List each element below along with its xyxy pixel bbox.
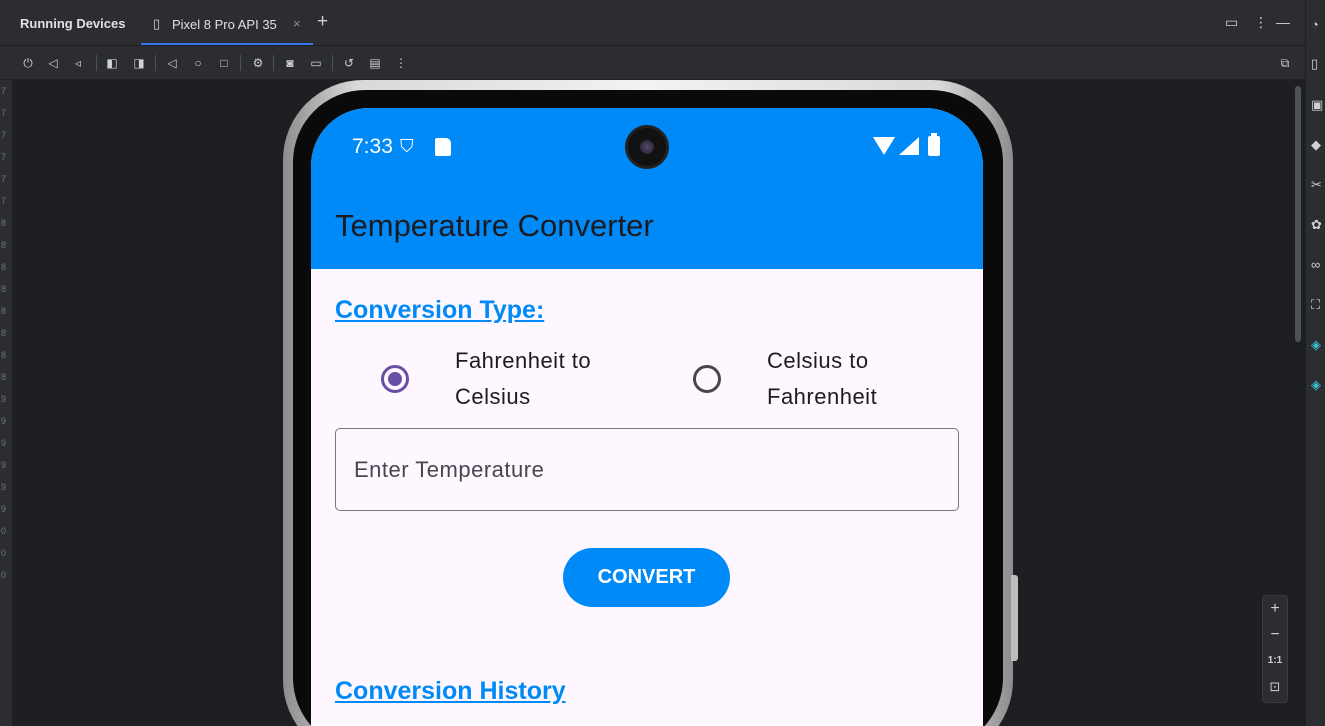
gutter-number: 7: [1, 152, 7, 162]
more-icon[interactable]: ⋮: [392, 54, 410, 72]
gutter-number: 9: [1, 394, 7, 404]
mirror-icon[interactable]: ▤: [366, 54, 384, 72]
zoom-actual-size-button[interactable]: 1:1: [1263, 648, 1287, 674]
device-tab-label: Pixel 8 Pro API 35: [172, 17, 277, 32]
volume-down-icon[interactable]: ◃: [69, 54, 87, 72]
radio-fahrenheit-to-celsius[interactable]: [381, 365, 409, 393]
toolbar-divider: [155, 55, 156, 71]
add-tab-icon[interactable]: +: [317, 12, 328, 31]
zoom-controls: + − 1:1 ⊡: [1262, 595, 1288, 703]
layout-inspector-icon[interactable]: ◈: [1311, 336, 1325, 354]
toolbar-divider: [332, 55, 333, 71]
gutter-number: 8: [1, 306, 7, 316]
ide-window: Running Devices ▯ Pixel 8 Pro API 35 × +…: [0, 0, 1325, 726]
gutter-number: 0: [1, 548, 7, 558]
sd-card-icon: [435, 138, 451, 156]
notifications-icon[interactable]: ◔: [1311, 16, 1325, 34]
screenshot-icon[interactable]: ◙: [281, 54, 299, 72]
zoom-out-button[interactable]: −: [1263, 622, 1287, 648]
gutter-number: 0: [1, 526, 7, 536]
app-top-bar: 7:33 ⛉ Temperature Converter: [311, 108, 983, 269]
gutter-number: 9: [1, 482, 7, 492]
battery-icon: [928, 133, 940, 156]
cell-signal-icon: [899, 137, 919, 155]
gutter-number: 8: [1, 350, 7, 360]
gutter-number: 7: [1, 174, 7, 184]
gutter-number: 8: [1, 262, 7, 272]
gutter-number: 8: [1, 372, 7, 382]
inspector-icon[interactable]: ⛶: [1311, 296, 1325, 314]
gutter-number: 7: [1, 108, 7, 118]
screen-record-icon[interactable]: ▭: [307, 54, 325, 72]
running-devices-icon[interactable]: ▣: [1311, 96, 1325, 114]
temperature-input-field[interactable]: [335, 428, 959, 511]
device-settings-icon[interactable]: ⚙: [249, 54, 267, 72]
link-icon[interactable]: ∞: [1311, 256, 1325, 274]
overview-icon[interactable]: □: [215, 54, 233, 72]
gutter-number: 9: [1, 504, 7, 514]
temperature-input[interactable]: [336, 429, 958, 510]
back-icon[interactable]: ◁: [163, 54, 181, 72]
snapshot-icon[interactable]: ↺: [340, 54, 358, 72]
convert-button[interactable]: CONVERT: [563, 548, 730, 607]
toolbar-divider: [240, 55, 241, 71]
window-restore-icon[interactable]: ▭: [1225, 14, 1238, 30]
gutter-number: 9: [1, 416, 7, 426]
build-icon[interactable]: ✂: [1311, 176, 1325, 194]
vertical-scrollbar[interactable]: [1295, 86, 1301, 342]
running-devices-tabbar: Running Devices ▯ Pixel 8 Pro API 35 × +…: [0, 0, 1305, 46]
gutter-number: 0: [1, 570, 7, 580]
emulator-toolbar: ⏻ ◁ ◃ ◧ ◨ ◁ ○ □ ⚙ ◙ ▭ ↺ ▤ ⋮ ⧉: [0, 46, 1305, 80]
gutter: 7 7 7 7 7 7 8 8 8 8 8 8 8 8 9 9 9 9 9 9 0 0 0: [0, 80, 12, 726]
gutter-number: 9: [1, 438, 7, 448]
device-tab[interactable]: ▯ Pixel 8 Pro API 35 ×: [141, 8, 313, 45]
gutter-number: 8: [1, 240, 7, 250]
rotate-right-icon[interactable]: ◨: [130, 54, 148, 72]
gutter-number: 8: [1, 284, 7, 294]
status-time: 7:33: [352, 135, 393, 158]
profiler-icon[interactable]: ◈: [1311, 376, 1325, 394]
volume-up-icon[interactable]: ◁: [44, 54, 62, 72]
gutter-number: 7: [1, 196, 7, 206]
wifi-icon: [873, 137, 895, 155]
power-icon[interactable]: ⏻: [19, 54, 37, 72]
gutter-number: 7: [1, 86, 7, 96]
device-manager-icon[interactable]: ▯: [1311, 55, 1325, 73]
zoom-fit-icon[interactable]: ⊡: [1263, 674, 1287, 700]
app-title: Temperature Converter: [335, 208, 654, 243]
options-menu-icon[interactable]: ⋮: [1254, 14, 1268, 30]
gutter-number: 8: [1, 328, 7, 338]
shield-icon: ⛉: [400, 136, 414, 156]
panel-title: Running Devices: [20, 16, 126, 31]
device-manager-icon[interactable]: ⧉: [1276, 54, 1294, 72]
minimize-icon[interactable]: —: [1276, 14, 1290, 30]
phone-screen: 7:33 ⛉ Temperature Converter Conversion …: [311, 108, 983, 726]
rotate-left-icon[interactable]: ◧: [103, 54, 121, 72]
zoom-in-button[interactable]: +: [1263, 596, 1287, 622]
phone-side-button: [1011, 575, 1018, 661]
gutter-number: 8: [1, 218, 7, 228]
radio-label-celsius-to-fahrenheit[interactable]: Celsius to Fahrenheit: [767, 343, 927, 415]
gemini-icon[interactable]: ◆: [1311, 136, 1325, 154]
device-icon: ▯: [153, 16, 161, 31]
home-icon[interactable]: ○: [189, 54, 207, 72]
tab-close-icon[interactable]: ×: [293, 16, 301, 31]
toolbar-divider: [273, 55, 274, 71]
radio-label-fahrenheit-to-celsius[interactable]: Fahrenheit to Celsius: [455, 343, 635, 415]
right-tool-strip: ◔ ▯ ▣ ◆ ✂ ✿ ∞ ⛶ ◈ ◈: [1305, 0, 1325, 726]
gutter-number: 9: [1, 460, 7, 470]
gradle-icon[interactable]: ✿: [1311, 216, 1325, 234]
gutter-number: 7: [1, 130, 7, 140]
radio-celsius-to-fahrenheit[interactable]: [693, 365, 721, 393]
conversion-type-heading: Conversion Type:: [335, 296, 545, 324]
front-camera: [625, 125, 669, 169]
toolbar-divider: [96, 55, 97, 71]
conversion-history-heading: Conversion History: [335, 677, 566, 705]
